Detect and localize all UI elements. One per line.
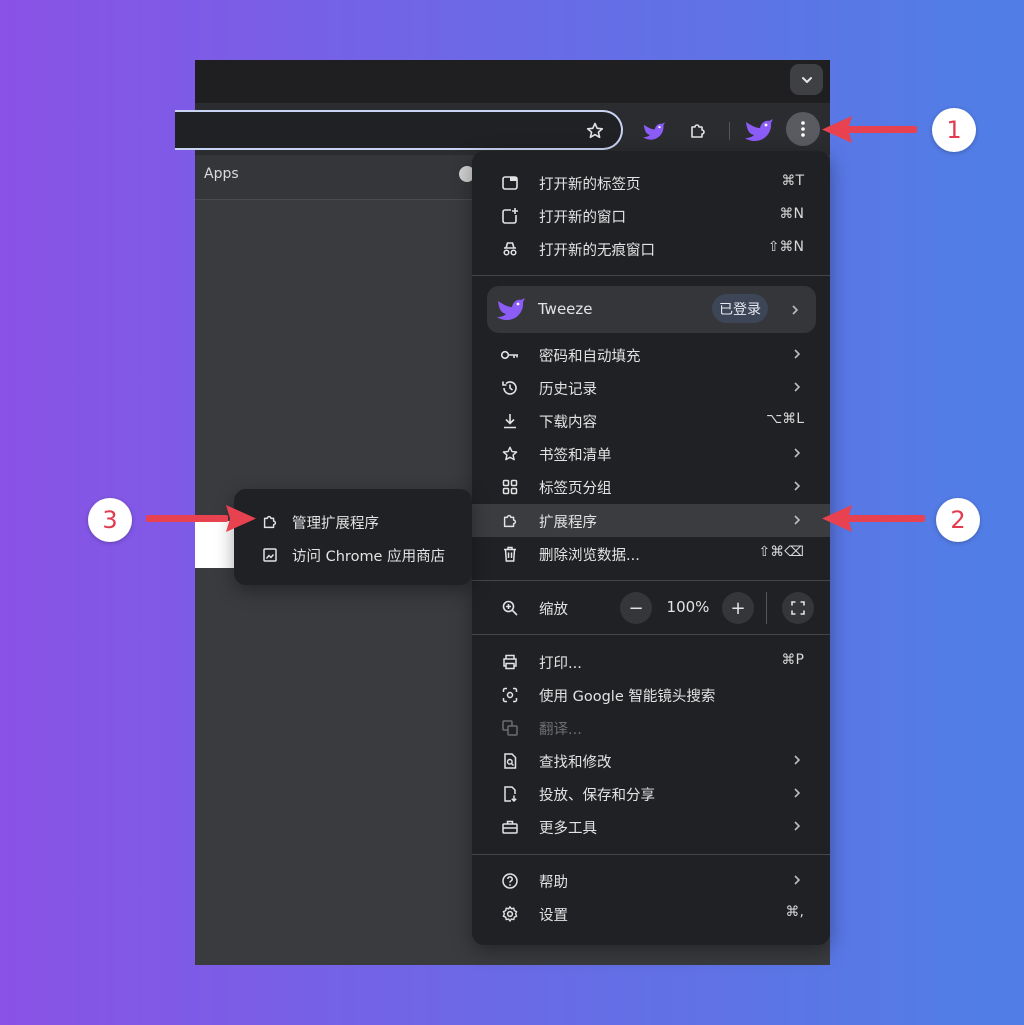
annotation-arrows: [146, 116, 925, 532]
arrow-2: [822, 505, 925, 532]
step-badge-1: 1: [932, 108, 976, 152]
step-badge-2: 2: [936, 498, 980, 542]
arrow-3: [146, 505, 256, 532]
step-badge-3: 3: [88, 498, 132, 542]
arrow-1: [822, 116, 917, 143]
